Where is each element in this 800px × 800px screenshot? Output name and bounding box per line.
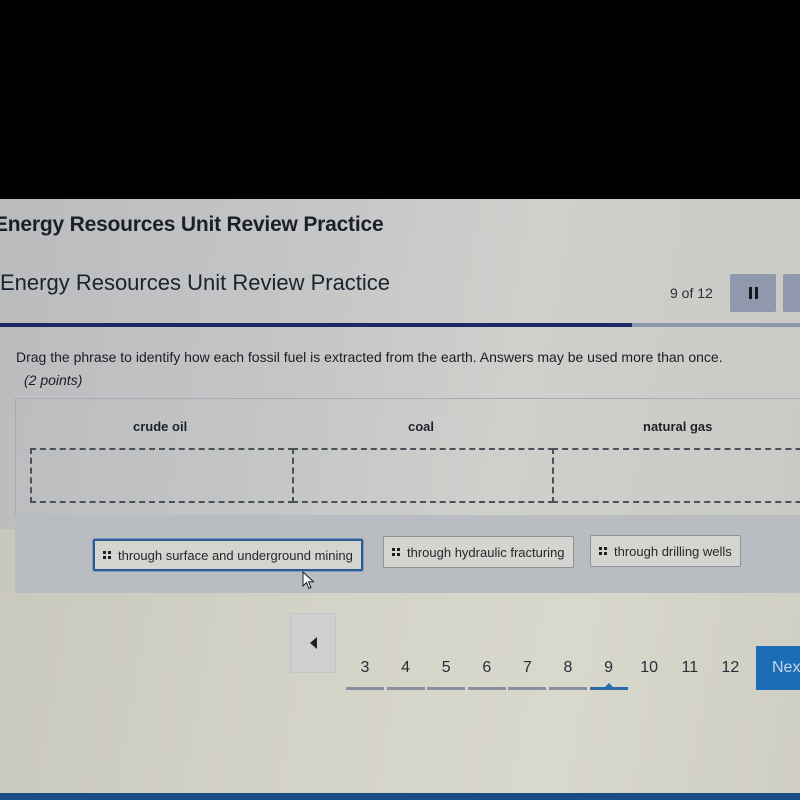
category-label-coal: coal — [408, 419, 435, 434]
drag-handle-icon — [392, 548, 400, 556]
page-link-5[interactable]: 5 — [426, 659, 466, 677]
category-label-natural-gas: natural gas — [643, 419, 713, 434]
drop-zone-crude-oil[interactable] — [30, 448, 294, 503]
answer-chip-label: through drilling wells — [614, 543, 732, 559]
drop-zone-coal[interactable] — [292, 448, 554, 503]
drop-target-panel: crude oil coal natural gas — [15, 398, 800, 517]
mouse-cursor-icon — [302, 571, 315, 590]
drag-handle-icon — [599, 547, 607, 555]
menu-button[interactable] — [783, 274, 800, 312]
visited-page-indicator — [467, 687, 506, 690]
current-page-indicator — [589, 683, 628, 690]
visited-page-indicator — [346, 687, 384, 690]
answer-chip-mining[interactable]: through surface and underground mining — [93, 539, 363, 571]
visited-page-indicator — [386, 687, 425, 690]
question-prompt: Drag the phrase to identify how each fos… — [16, 349, 723, 365]
previous-page-button[interactable] — [290, 613, 336, 673]
page-link-7[interactable]: 7 — [507, 659, 547, 677]
progress-fill — [0, 323, 632, 327]
page-link-12[interactable]: 12 — [710, 659, 750, 677]
answer-chip-label: through surface and underground mining — [118, 547, 353, 563]
answer-chip-drilling[interactable]: through drilling wells — [590, 535, 741, 567]
visited-page-indicator — [508, 687, 547, 690]
next-button[interactable]: Next — [756, 646, 800, 690]
browser-screen: Energy Resources Unit Review Practice En… — [0, 199, 800, 800]
drag-handle-icon — [103, 551, 111, 559]
triangle-left-icon — [309, 637, 317, 649]
category-label-crude-oil: crude oil — [133, 419, 188, 434]
answer-chip-fracturing[interactable]: through hydraulic fracturing — [383, 536, 574, 568]
page-link-9[interactable]: 9 — [589, 659, 629, 677]
question-counter: 9 of 12 — [670, 285, 713, 301]
drop-zone-natural-gas[interactable] — [552, 448, 800, 503]
page-link-3[interactable]: 3 — [345, 659, 385, 677]
question-points: (2 points) — [24, 372, 83, 388]
visited-page-indicator — [427, 687, 466, 690]
page-link-6[interactable]: 6 — [467, 659, 507, 677]
taskbar-edge — [0, 793, 800, 800]
page-link-4[interactable]: 4 — [386, 659, 426, 677]
answer-chip-label: through hydraulic fracturing — [407, 544, 565, 560]
page-link-8[interactable]: 8 — [548, 659, 588, 677]
page-link-11[interactable]: 11 — [670, 659, 710, 677]
pause-button[interactable] — [730, 274, 776, 312]
visited-page-indicator — [549, 687, 587, 690]
page-link-10[interactable]: 10 — [629, 659, 669, 677]
assessment-title: Energy Resources Unit Review Practice — [0, 270, 391, 295]
app-title: Energy Resources Unit Review Practice — [0, 213, 384, 236]
pause-icon — [748, 287, 758, 299]
progress-bar — [0, 323, 800, 327]
